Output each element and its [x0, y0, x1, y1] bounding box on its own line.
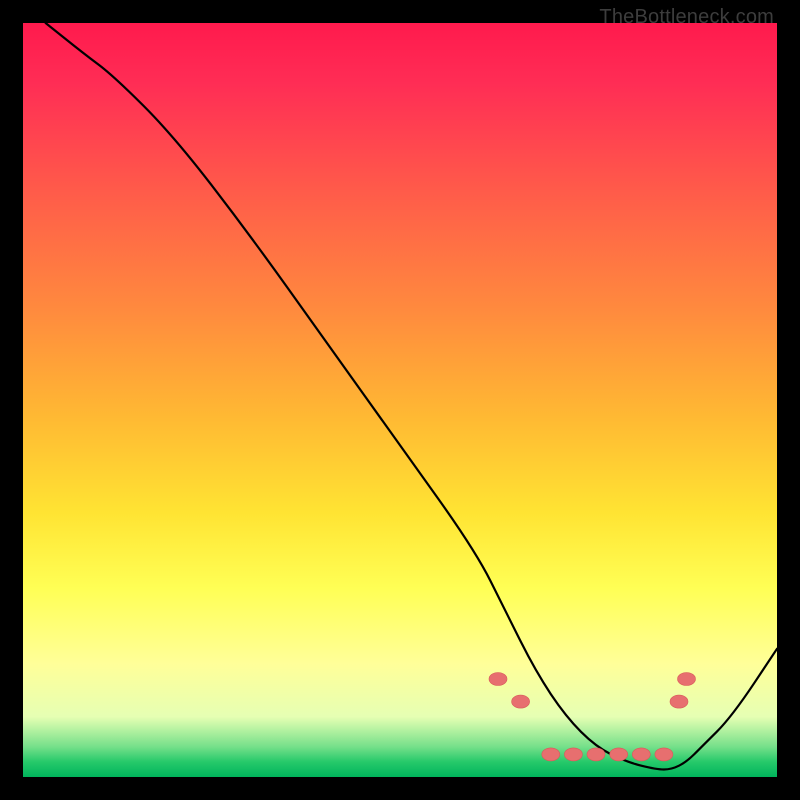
- marker-dot: [512, 695, 530, 708]
- plot-area: [23, 23, 777, 777]
- marker-dot: [670, 695, 688, 708]
- marker-dot: [489, 673, 507, 686]
- marker-dot: [610, 748, 628, 761]
- marker-dot: [655, 748, 673, 761]
- marker-dot: [564, 748, 582, 761]
- marker-group: [489, 673, 696, 761]
- marker-dot: [542, 748, 560, 761]
- marker-dot: [632, 748, 650, 761]
- chart-svg: [23, 23, 777, 777]
- marker-dot: [587, 748, 605, 761]
- chart-stage: TheBottleneck.com: [0, 0, 800, 800]
- marker-dot: [678, 673, 696, 686]
- bottleneck-curve: [46, 23, 777, 770]
